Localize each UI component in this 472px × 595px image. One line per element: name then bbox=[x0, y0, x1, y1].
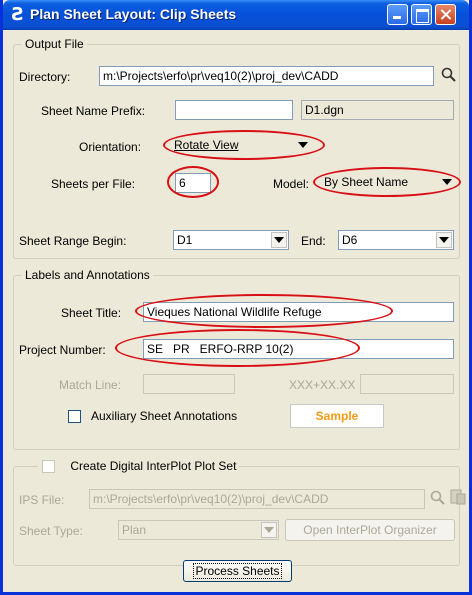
project-number-label: Project Number: bbox=[19, 343, 106, 357]
sheet-title-label: Sheet Title: bbox=[61, 306, 122, 320]
sheet-range-end-value: D6 bbox=[342, 233, 358, 247]
sheet-type-value: Plan bbox=[122, 523, 147, 537]
minimize-button[interactable] bbox=[387, 4, 408, 25]
sheets-per-file-label: Sheets per File: bbox=[51, 177, 136, 191]
labels-annotations-legend: Labels and Annotations bbox=[22, 268, 153, 282]
sheet-name-prefix-label: Sheet Name Prefix: bbox=[41, 104, 146, 118]
sheet-title-input[interactable]: Vieques National Wildlife Refuge bbox=[143, 302, 454, 322]
orientation-label: Orientation: bbox=[79, 140, 142, 154]
directory-input[interactable]: m:\Projects\erfo\pr\veq10(2)\proj_dev\CA… bbox=[99, 66, 434, 86]
model-dropdown-icon[interactable] bbox=[439, 174, 455, 190]
orientation-value: Rotate View bbox=[174, 138, 239, 152]
dialog-window: Ƨ Plan Sheet Layout: Clip Sheets Output … bbox=[0, 0, 472, 595]
range-begin-dropdown-icon[interactable] bbox=[271, 232, 287, 248]
interplot-group: Create Digital InterPlot Plot Set bbox=[13, 459, 460, 566]
match-line-input-2 bbox=[360, 374, 454, 394]
app-logo-icon: Ƨ bbox=[11, 4, 25, 25]
browse-directory-icon[interactable] bbox=[440, 66, 458, 84]
title-bar[interactable]: Ƨ Plan Sheet Layout: Clip Sheets bbox=[3, 0, 469, 30]
match-line-format: XXX+XX.XX bbox=[289, 378, 356, 392]
sheets-per-file-input[interactable]: 6 bbox=[175, 173, 211, 193]
range-end-dropdown-icon[interactable] bbox=[436, 232, 452, 248]
sheet-range-begin-select[interactable]: D1 bbox=[173, 230, 289, 250]
sheet-range-begin-value: D1 bbox=[177, 233, 193, 247]
auxiliary-annotations-label: Auxiliary Sheet Annotations bbox=[91, 409, 238, 423]
model-value: By Sheet Name bbox=[324, 175, 409, 189]
output-file-legend: Output File bbox=[22, 37, 87, 51]
interplot-organizer-icon bbox=[450, 489, 466, 505]
orientation-dropdown-icon[interactable] bbox=[295, 137, 311, 153]
window-title: Plan Sheet Layout: Clip Sheets bbox=[30, 6, 237, 22]
sample-button[interactable]: Sample bbox=[290, 404, 384, 428]
sheet-name-prefix-input[interactable] bbox=[175, 100, 293, 120]
ips-file-input: m:\Projects\erfo\pr\veq10(2)\proj_dev\CA… bbox=[89, 489, 425, 509]
match-line-input-1 bbox=[143, 374, 235, 394]
interplot-legend-wrap: Create Digital InterPlot Plot Set bbox=[38, 459, 240, 474]
create-interplot-checkbox[interactable] bbox=[42, 460, 55, 474]
process-sheets-button[interactable]: Process Sheets bbox=[183, 560, 292, 582]
maximize-button[interactable] bbox=[411, 4, 432, 25]
close-button[interactable] bbox=[435, 4, 456, 25]
match-line-label: Match Line: bbox=[59, 378, 122, 392]
open-interplot-organizer-button: Open InterPlot Organizer bbox=[285, 519, 455, 541]
ips-file-label: IPS File: bbox=[19, 493, 65, 507]
directory-label: Directory: bbox=[19, 70, 71, 84]
model-label: Model: bbox=[273, 177, 310, 191]
sheet-name-preview: D1.dgn bbox=[301, 100, 454, 120]
sheet-type-select: Plan bbox=[118, 520, 279, 540]
auxiliary-annotations-checkbox[interactable] bbox=[68, 410, 81, 423]
browse-ips-icon bbox=[430, 490, 445, 505]
sheet-type-label: Sheet Type: bbox=[19, 524, 83, 538]
create-interplot-label: Create Digital InterPlot Plot Set bbox=[70, 459, 237, 473]
sheet-type-dropdown-icon bbox=[261, 522, 277, 538]
sheet-range-end-select[interactable]: D6 bbox=[338, 230, 454, 250]
sheet-range-end-label: End: bbox=[301, 234, 326, 248]
process-sheets-label: Process Sheets bbox=[193, 563, 282, 579]
project-number-input[interactable]: SE PR ERFO-RRP 10(2) bbox=[143, 339, 454, 359]
model-select[interactable]: By Sheet Name bbox=[321, 173, 459, 193]
sheet-range-begin-label: Sheet Range Begin: bbox=[19, 234, 127, 248]
orientation-select[interactable]: Rotate View bbox=[171, 136, 319, 156]
